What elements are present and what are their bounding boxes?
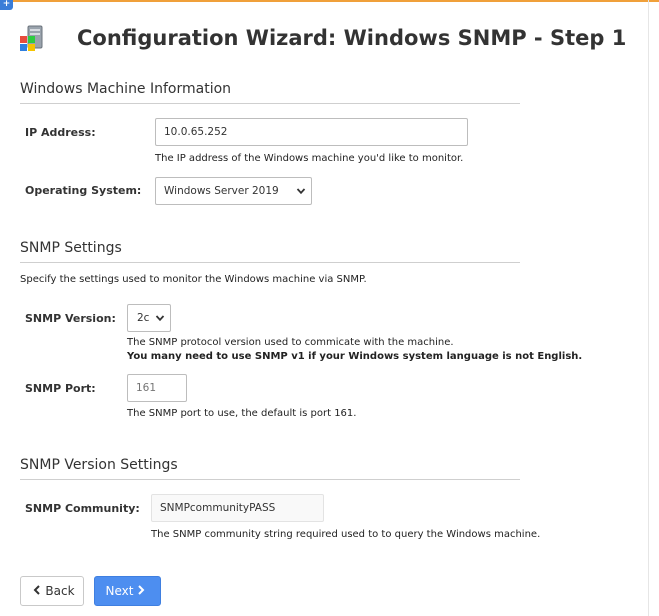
snmp-port-input[interactable] [127,374,187,402]
snmp-community-label: SNMP Community: [25,502,140,515]
section-title-snmp: SNMP Settings [20,239,520,263]
right-divider [648,0,649,616]
back-button[interactable]: Back [20,576,84,606]
chevron-down-icon [296,186,306,196]
snmp-port-label: SNMP Port: [25,382,96,395]
section-title-machine: Windows Machine Information [20,80,520,104]
next-button[interactable]: Next [94,576,161,606]
next-button-label: Next [105,584,134,598]
operating-system-label: Operating System: [25,184,142,197]
section-title-version-settings: SNMP Version Settings [20,456,520,480]
snmp-intro-text: Specify the settings used to monitor the… [20,274,367,285]
ip-address-label: IP Address: [25,126,96,139]
operating-system-select[interactable]: Windows Server 2019 [155,177,312,205]
operating-system-value: Windows Server 2019 [164,185,279,197]
windows-computer-icon [18,24,46,54]
snmp-port-help: The SNMP port to use, the default is por… [127,408,357,419]
page-title: Configuration Wizard: Windows SNMP - Ste… [77,26,627,50]
ip-address-input[interactable] [155,118,468,146]
snmp-community-input[interactable] [151,494,324,522]
snmp-version-help: The SNMP protocol version used to commic… [127,337,454,348]
snmp-version-select[interactable]: 2c [127,304,171,332]
ip-address-help: The IP address of the Windows machine yo… [155,153,464,164]
back-button-label: Back [45,584,75,598]
top-border [0,0,659,2]
snmp-version-label: SNMP Version: [25,312,116,325]
snmp-community-help: The SNMP community string required used … [151,529,541,540]
snmp-version-warning: You many need to use SNMP v1 if your Win… [127,351,583,362]
snmp-version-value: 2c [137,312,150,324]
chevron-left-icon [29,584,45,598]
chevron-down-icon [155,313,165,323]
chevron-right-icon [133,584,149,598]
expand-tab[interactable]: + [0,0,13,10]
